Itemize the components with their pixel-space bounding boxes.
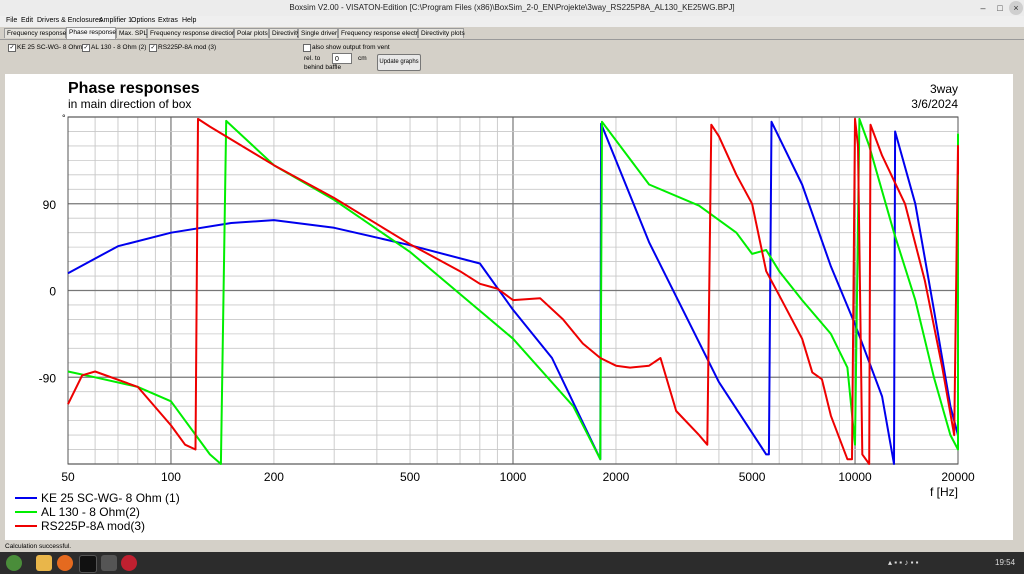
legend-label-2: AL 130 - 8 Ohm(2) [41,505,140,519]
x-tick-label: 10000 [838,470,872,484]
x-tick-label: 2000 [603,470,630,484]
y-tick-label: 90 [43,198,57,212]
taskbar: ▴ ▪ ▪ ♪ ▪ ▪ 19:54 [0,552,1024,574]
y-tick-label: 0 [49,285,56,299]
x-tick-label: 100 [161,470,181,484]
driver3-label: RS225P-8A mod (3) [158,44,217,51]
tab-polar-plots[interactable]: Polar plots [234,28,269,38]
firefox-icon[interactable] [57,555,73,571]
x-tick-label: 500 [400,470,420,484]
offset-unit-label: cm [358,55,367,62]
rel-to-label: rel. to [304,55,321,62]
tab-strip: Frequency response Phase response Max. S… [0,27,1024,40]
chart-corner-name: 3way [930,82,958,96]
tab-directivity-plots[interactable]: Directivity plots [418,28,465,38]
menu-drivers-enclosures[interactable]: Drivers & Enclosures [37,17,102,24]
tab-frequency-response-directions[interactable]: Frequency response directions [147,28,239,38]
tab-single-driver[interactable]: Single driver [298,28,338,38]
start-menu-icon[interactable] [6,555,22,571]
phase-chart: Phase responses in main direction of box… [5,74,1013,540]
tray-icons[interactable]: ▴ ▪ ▪ ♪ ▪ ▪ [888,558,918,567]
menu-file[interactable]: File [6,17,17,24]
chart-corner-date: 3/6/2024 [911,97,958,111]
vent-label: also show output from vent [312,44,390,51]
window-title-bar: Boxsim V2.00 - VISATON-Edition [C:\Progr… [0,0,1024,17]
window-title: Boxsim V2.00 - VISATON-Edition [C:\Progr… [289,3,735,12]
chart-subtitle: in main direction of box [68,97,191,111]
tab-max-spl[interactable]: Max. SPL [116,28,147,38]
x-axis-unit: f [Hz] [930,485,958,499]
maximize-button[interactable]: □ [993,1,1007,15]
menu-amplifier[interactable]: Amplifier 1 [99,17,132,24]
behind-baffle-label: behind baffle [304,64,342,71]
terminal-icon[interactable] [79,555,97,573]
menu-bar: File Edit Drivers & Enclosures Amplifier… [0,16,1024,27]
menu-edit[interactable]: Edit [21,17,33,24]
x-tick-label: 20000 [941,470,975,484]
status-bar: Calculation successful. [0,541,1024,552]
tab-phase-response[interactable]: Phase response [66,27,116,39]
y-tick-label: -90 [39,371,57,385]
x-tick-label: 1000 [500,470,527,484]
update-graphs-button[interactable]: Update graphs [377,54,421,71]
settings-icon[interactable] [101,555,117,571]
menu-extras[interactable]: Extras [158,17,178,24]
boxsim-app-icon[interactable] [121,555,137,571]
vent-checkbox[interactable] [303,44,311,52]
y-unit-marker: ° [62,113,66,123]
tab-directivity[interactable]: Directivity [269,28,300,38]
x-tick-label: 5000 [739,470,766,484]
x-tick-label: 50 [61,470,75,484]
menu-help[interactable]: Help [182,17,196,24]
status-text: Calculation successful. [5,543,72,550]
files-icon[interactable] [36,555,52,571]
menu-options[interactable]: Options [131,17,155,24]
offset-input[interactable]: 0 [332,53,352,64]
plot-panel: Phase responses in main direction of box… [5,74,1013,540]
legend-label-3: RS225P-8A mod(3) [41,519,145,533]
tab-frequency-response[interactable]: Frequency response [4,28,66,38]
driver1-label: KE 25 SC-WG- 8 Ohm [17,44,83,51]
driver2-checkbox[interactable]: ✓ [82,44,90,52]
x-tick-label: 200 [264,470,284,484]
chart-title: Phase responses [68,80,200,97]
taskbar-clock[interactable]: 19:54 [995,558,1015,567]
tab-frequency-response-electr[interactable]: Frequency response electr. [338,28,419,38]
legend-label-1: KE 25 SC-WG- 8 Ohm (1) [41,491,180,505]
driver3-checkbox[interactable]: ✓ [149,44,157,52]
minimize-button[interactable]: – [976,1,990,15]
close-button[interactable]: × [1009,1,1023,15]
driver1-checkbox[interactable]: ✓ [8,44,16,52]
driver2-label: AL 130 - 8 Ohm (2) [91,44,147,51]
